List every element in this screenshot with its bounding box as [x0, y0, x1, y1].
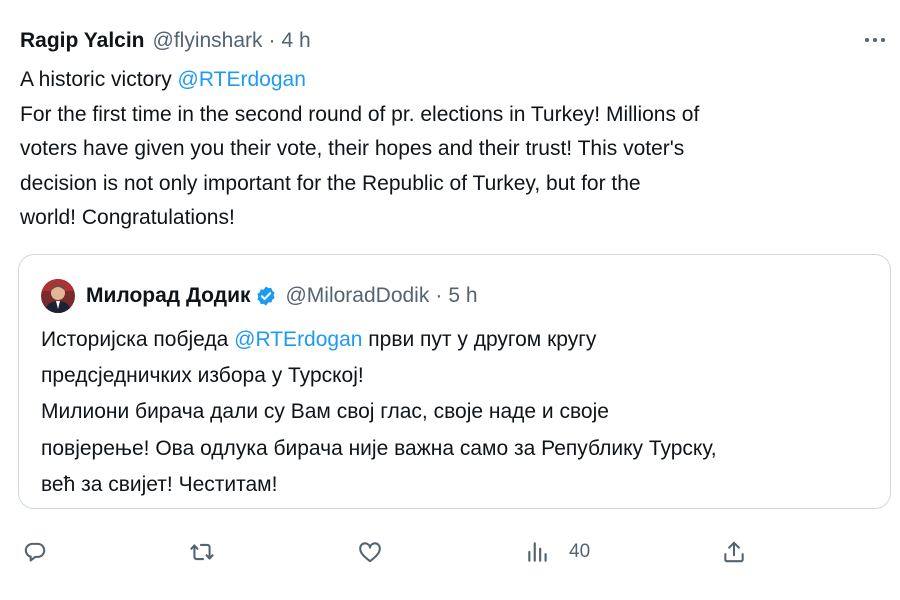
quoted-tweet-header: Милорад Додик @MiloradDodik · 5 h [41, 279, 478, 313]
author-name[interactable]: Ragip Yalcin [20, 29, 145, 53]
views-bar-chart-icon [528, 542, 547, 562]
quoted-tweet-text: Историјска побједа @RTErdogan први пут у… [41, 322, 881, 503]
mention-link[interactable]: @RTErdogan [234, 328, 362, 351]
more-horizontal-icon [865, 38, 869, 42]
share-button[interactable] [721, 534, 747, 570]
tweet-text-line: A historic victory @RTErdogan [20, 63, 890, 98]
avatar[interactable] [41, 279, 75, 313]
tweet-text-line: For the first time in the second round o… [20, 102, 700, 126]
mention-link[interactable]: @RTErdogan [178, 68, 306, 91]
quoted-tweet-timestamp[interactable]: 5 h [448, 284, 477, 308]
retweet-icon [190, 543, 214, 561]
quoted-text-line: већ за свијет! Честитам! [41, 472, 278, 496]
views-count: 40 [569, 541, 591, 562]
quoted-text-line: повјерење! Ова одлука бирача није важна … [41, 436, 717, 460]
quoted-text-line: предсједничких избора у Турској! [41, 364, 364, 388]
tweet-text-line: world! Congratulations! [20, 206, 235, 229]
quoted-author-name[interactable]: Милорад Додик [86, 284, 250, 308]
avatar-image [41, 279, 75, 313]
more-dot [881, 38, 885, 42]
tweet-timestamp[interactable]: 4 h [282, 29, 311, 53]
quoted-text-prefix: Историјска побједа [41, 328, 235, 351]
like-button[interactable] [357, 534, 383, 570]
tweet-text-prefix: A historic victory [20, 68, 178, 91]
quoted-author-handle[interactable]: @MiloradDodik [285, 284, 429, 308]
header-separator: · [268, 29, 276, 52]
reply-button[interactable] [22, 534, 48, 570]
more-dot [873, 38, 877, 42]
verified-badge-icon [257, 286, 276, 306]
share-icon [724, 541, 744, 563]
tweet-actions-bar: 40 [0, 534, 900, 570]
tweet-text: A historic victory @RTErdogan For the fi… [20, 63, 890, 236]
views-button[interactable]: 40 [525, 534, 590, 570]
reply-icon [24, 542, 46, 562]
quoted-text-suffix: први пут у другом кругу [362, 328, 597, 351]
tweet-text-line: decision is not only important for the R… [20, 171, 641, 195]
heart-icon [359, 542, 381, 563]
tweet-text-line: voters have given you their vote, their … [20, 137, 685, 160]
quoted-text-line: Историјска побједа @RTErdogan први пут у… [41, 322, 881, 358]
retweet-button[interactable] [189, 534, 215, 570]
tweet: Ragip Yalcin @flyinshark · 4 h A histori… [0, 0, 900, 600]
quoted-tweet-card[interactable]: Милорад Додик @MiloradDodik · 5 h Истори… [18, 254, 891, 509]
more-options-button[interactable] [858, 26, 892, 54]
tweet-header: Ragip Yalcin @flyinshark · 4 h [20, 27, 311, 55]
quoted-text-line: Милиони бирача дали су Вам свој глас, св… [41, 400, 609, 424]
author-handle[interactable]: @flyinshark [153, 29, 263, 53]
quoted-header-separator: · [435, 284, 443, 307]
